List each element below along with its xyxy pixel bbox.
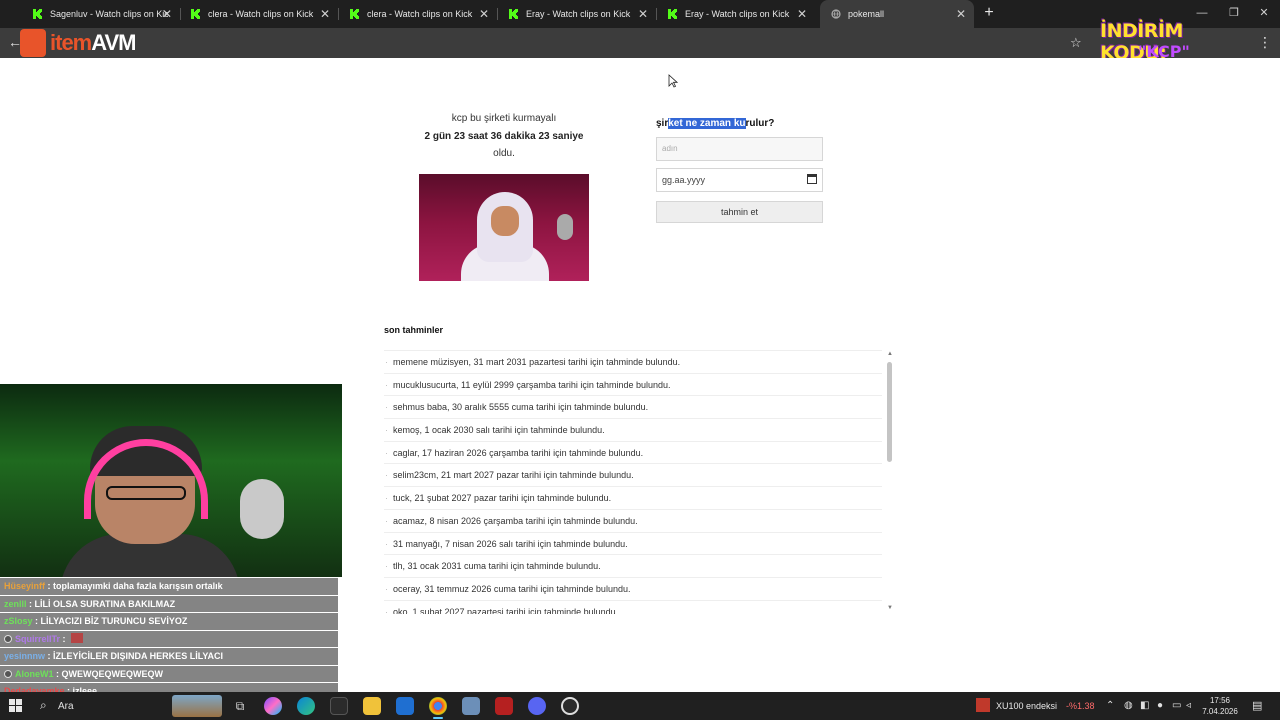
browser-tab[interactable]: Sagenluv - Watch clips on Kick ✕	[0, 0, 181, 28]
list-item: 31 manyağı, 7 nisan 2026 salı tarihi içi…	[384, 533, 882, 556]
more-menu-icon[interactable]: ⋮	[1258, 34, 1272, 51]
mouse-cursor-icon	[668, 74, 678, 88]
chat-message: Hüseyinff : toplamayımki daha fazla karı…	[0, 578, 338, 595]
recent-guesses-title: son tahminler	[384, 325, 444, 335]
kick-icon	[190, 8, 202, 20]
badge-icon	[4, 634, 12, 643]
clock-time: 17:56	[1209, 696, 1231, 705]
network-icon[interactable]: ▭	[1172, 700, 1181, 711]
browser-tab[interactable]: Eray - Watch clips on Kick ✕	[635, 0, 815, 28]
list-item: tuck, 21 şubat 2027 pazar tarihi için ta…	[384, 487, 882, 510]
chat-message: zSlosy : LİLYACIZI BİZ TURUNCU SEVİYOZ	[0, 613, 338, 630]
chat-message: SquirrelITr :	[0, 630, 338, 647]
search-icon[interactable]: ⌕	[40, 698, 47, 713]
list-item: sehmus baba, 30 aralık 5555 cuma tarihi …	[384, 396, 882, 420]
badge-icon	[4, 669, 12, 678]
notification-icon[interactable]: ▤	[1252, 699, 1262, 712]
tab-close-icon[interactable]: ✕	[795, 7, 809, 21]
submit-guess-button[interactable]: tahmin et	[656, 201, 823, 223]
list-item: acamaz, 8 nisan 2026 çarşamba tarihi içi…	[384, 510, 882, 533]
globe-icon	[830, 8, 842, 20]
list-item: selim23cm, 21 mart 2027 pazar tarihi içi…	[384, 464, 882, 488]
scroll-down-icon[interactable]: ▼	[885, 604, 895, 612]
tab-close-icon[interactable]: ✕	[954, 7, 968, 21]
chat-message: zenlll : LİLİ OLSA SURATINA BAKILMAZ	[0, 595, 338, 612]
list-item: tlh, 31 ocak 2031 cuma tarihi için tahmi…	[384, 555, 882, 578]
list-item: mucuklusucurta, 11 eylül 2999 çarşamba t…	[384, 374, 882, 397]
streamer-photo	[419, 174, 589, 281]
discord-icon[interactable]	[528, 697, 546, 715]
search-highlight-image[interactable]	[172, 695, 222, 717]
site-logo[interactable]: itemAVM	[50, 30, 137, 56]
list-item: oko, 1 şubat 2027 pazartesi tarihi için …	[384, 601, 882, 614]
browser-tab[interactable]: clera - Watch clips on Kick ✕	[158, 0, 339, 28]
kick-icon	[508, 8, 520, 20]
windows-taskbar: ⌕ Ara ⧉ XU100 endeksi -%1.38 ⌃ ◍ ◧ ● ▭ ◃…	[0, 692, 1280, 720]
browser-tab[interactable]: Eray - Watch clips on Kick ✕	[476, 0, 657, 28]
scroll-up-icon[interactable]: ▲	[885, 350, 895, 358]
stock-chart-icon	[976, 698, 990, 712]
tray-app-icon[interactable]: ◧	[1140, 700, 1149, 711]
video-editor-icon[interactable]	[495, 697, 513, 715]
calendar-icon[interactable]	[807, 174, 817, 184]
logo-bag-icon	[20, 29, 46, 57]
browser-tab[interactable]: clera - Watch clips on Kick ✕	[317, 0, 498, 28]
date-input[interactable]: gg.aa.yyyy	[656, 168, 823, 192]
name-input[interactable]: adın	[656, 137, 823, 161]
recent-guesses-list: memene müzisyen, 31 mart 2031 pazartesi …	[384, 350, 882, 614]
notepad-icon[interactable]	[462, 697, 480, 715]
question-title: şirket ne zaman kurulur?	[656, 118, 775, 129]
elapsed-counter: 2 gün 23 saat 36 dakika 23 saniye	[424, 131, 584, 142]
obs-icon[interactable]	[561, 697, 579, 715]
system-clock[interactable]: 17:56 7.04.2026	[1200, 695, 1240, 717]
taskbar-search-label[interactable]: Ara	[58, 701, 74, 712]
outlook-icon[interactable]	[396, 697, 414, 715]
volume-icon[interactable]: ◃	[1186, 700, 1191, 711]
emote-icon	[71, 632, 84, 643]
list-item: caglar, 17 haziran 2026 çarşamba tarihi …	[384, 442, 882, 465]
scroll-thumb[interactable]	[887, 362, 892, 462]
steam-icon[interactable]: ◍	[1124, 700, 1133, 711]
kick-icon	[32, 8, 44, 20]
chat-overlay: Hüseyinff : toplamayımki daha fazla karı…	[0, 578, 342, 700]
chat-message: AloneW1 : QWEWQEQWEQWEQW	[0, 665, 338, 682]
microphone-tray-icon[interactable]: ●	[1157, 700, 1163, 711]
new-tab-button[interactable]: +	[980, 4, 998, 22]
close-window-icon[interactable]: ✕	[1252, 4, 1276, 22]
bookmark-star-icon[interactable]: ☆	[1070, 35, 1082, 51]
clock-date: 7.04.2026	[1202, 707, 1238, 716]
list-item: memene müzisyen, 31 mart 2031 pazartesi …	[384, 351, 882, 374]
webcam-overlay	[0, 384, 342, 577]
browser-tab-strip: Sagenluv - Watch clips on Kick ✕ clera -…	[0, 0, 1280, 28]
windows-start-icon[interactable]	[9, 699, 22, 712]
intro-text-end: oldu.	[493, 148, 515, 159]
list-item: oceray, 31 temmuz 2026 cuma tarihi için …	[384, 578, 882, 601]
list-item: kemoş, 1 ocak 2030 salı tarihi için tahm…	[384, 419, 882, 442]
tray-expand-icon[interactable]: ⌃	[1106, 700, 1114, 711]
intro-text: kcp bu şirketi kurmayalı	[451, 113, 557, 124]
kick-icon	[667, 8, 679, 20]
browser-tab-active[interactable]: pokemall ✕	[820, 0, 974, 28]
edge-icon[interactable]	[297, 697, 315, 715]
task-view-icon[interactable]: ⧉	[231, 697, 249, 715]
browser-toolbar: ← ☆ ⋮	[0, 28, 1280, 58]
chrome-icon[interactable]	[429, 697, 447, 719]
list-scrollbar[interactable]: ▲ ▼	[885, 350, 895, 612]
microphone-icon	[240, 479, 284, 539]
kick-icon	[349, 8, 361, 20]
store-icon[interactable]	[330, 697, 348, 715]
copilot-icon[interactable]	[264, 697, 282, 715]
file-explorer-icon[interactable]	[363, 697, 381, 715]
chat-message: yesinnnw : İZLEYİCİLER DIŞINDA HERKES Lİ…	[0, 648, 338, 665]
